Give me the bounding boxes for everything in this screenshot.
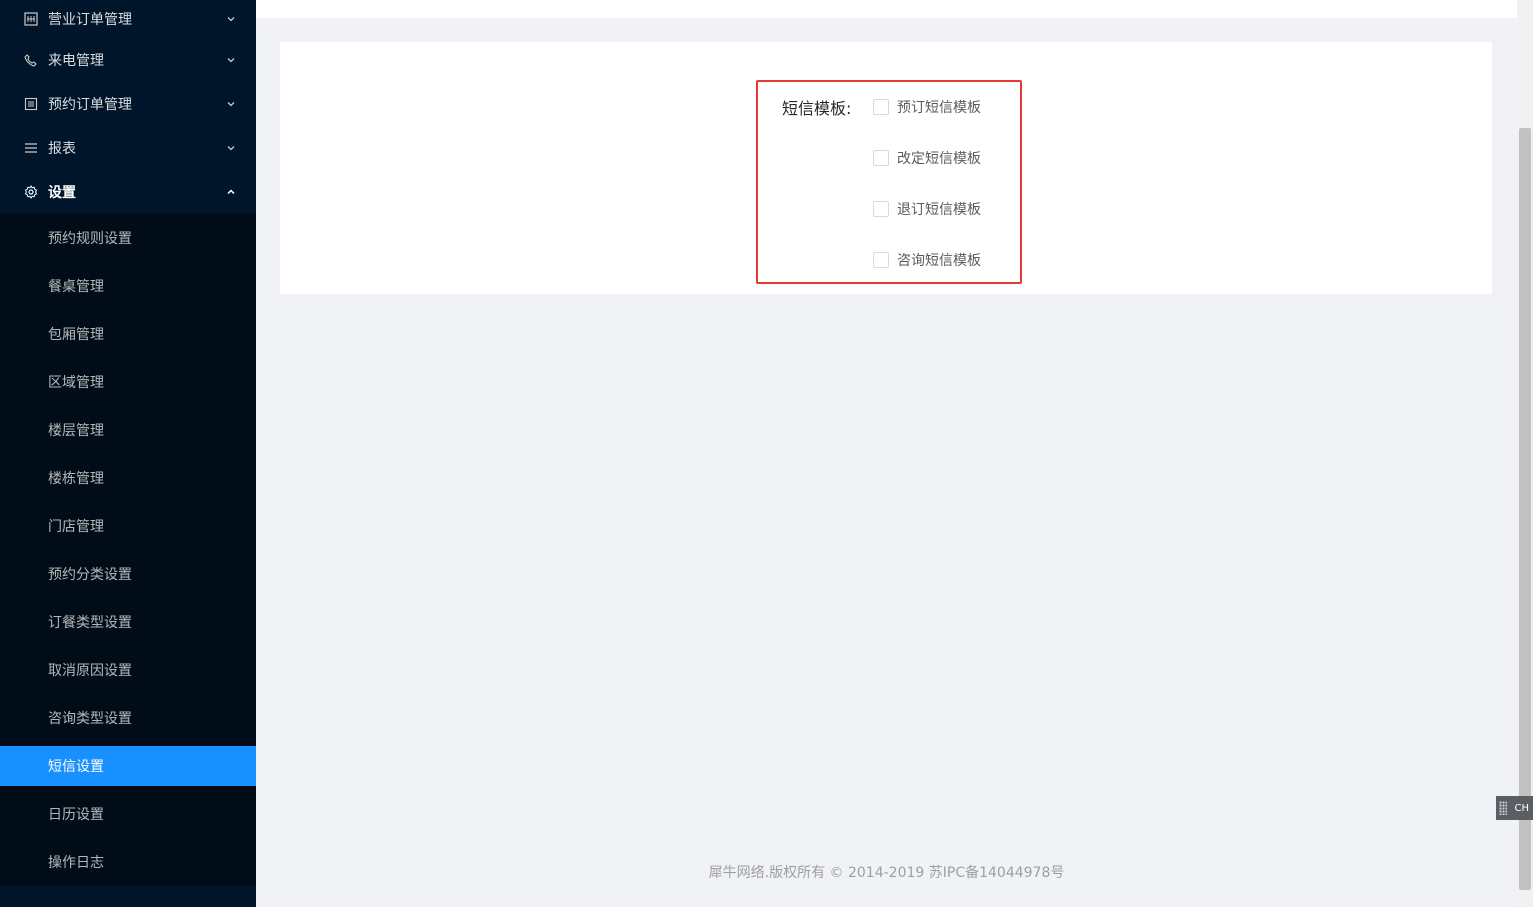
- checkbox-label: 退订短信模板: [897, 202, 981, 218]
- chevron-down-icon: [226, 99, 236, 109]
- top-header: [256, 0, 1517, 18]
- menu-business-orders[interactable]: 营业订单管理: [0, 0, 256, 38]
- menu-label: 报表: [48, 141, 76, 157]
- sms-template-label: 短信模板:: [782, 99, 852, 118]
- sidebar-item-operation-log[interactable]: 操作日志: [0, 838, 256, 886]
- checkbox-box[interactable]: [873, 201, 889, 217]
- checkbox-label: 改定短信模板: [897, 151, 981, 167]
- menu-call-management[interactable]: 来电管理: [0, 38, 256, 82]
- sidebar-item-sms-settings[interactable]: 短信设置: [0, 746, 256, 786]
- menu-label: 预约订单管理: [48, 97, 132, 113]
- menu-lines-icon: [24, 141, 38, 155]
- chevron-up-icon: [226, 187, 236, 197]
- chevron-down-icon: [226, 143, 236, 153]
- sidebar-item-label: 日历设置: [48, 807, 104, 823]
- sidebar-item-label: 操作日志: [48, 855, 104, 871]
- checkbox-inquiry-template[interactable]: 咨询短信模板: [873, 250, 981, 270]
- checkbox-label: 预订短信模板: [897, 100, 981, 116]
- checkbox-label: 咨询短信模板: [897, 253, 981, 269]
- phone-icon: [24, 53, 38, 67]
- sidebar-item-reservation-categories[interactable]: 预约分类设置: [0, 550, 256, 598]
- menu-reports[interactable]: 报表: [0, 126, 256, 170]
- settings-submenu: 预约规则设置 餐桌管理 包厢管理 区域管理 楼层管理 楼栋管理 门店管理 预约分…: [0, 214, 256, 886]
- ime-indicator[interactable]: CH: [1496, 796, 1533, 820]
- sidebar-item-label: 餐桌管理: [48, 279, 104, 295]
- checkbox-box[interactable]: [873, 99, 889, 115]
- menu-label: 来电管理: [48, 53, 104, 69]
- chevron-down-icon: [226, 14, 236, 24]
- sidebar-item-buildings[interactable]: 楼栋管理: [0, 454, 256, 502]
- chevron-down-icon: [226, 55, 236, 65]
- menu-label: 设置: [48, 185, 76, 201]
- sidebar-item-areas[interactable]: 区域管理: [0, 358, 256, 406]
- list-icon: [24, 97, 38, 111]
- scrollbar-thumb[interactable]: [1519, 128, 1531, 890]
- sidebar-item-cancel-reasons[interactable]: 取消原因设置: [0, 646, 256, 694]
- sidebar-item-dining-types[interactable]: 订餐类型设置: [0, 598, 256, 646]
- sidebar-item-reservation-rules[interactable]: 预约规则设置: [0, 214, 256, 262]
- sidebar-item-tables[interactable]: 餐桌管理: [0, 262, 256, 310]
- checkbox-box[interactable]: [873, 150, 889, 166]
- sidebar: 营业订单管理 来电管理 预约订单管理 报表 设置 预约规则设置 餐桌管理 包厢管…: [0, 0, 256, 907]
- sidebar-item-label: 取消原因设置: [48, 663, 132, 679]
- checkbox-booking-template[interactable]: 预订短信模板: [873, 97, 981, 117]
- sidebar-item-label: 短信设置: [48, 759, 104, 775]
- sidebar-item-label: 楼栋管理: [48, 471, 104, 487]
- sidebar-item-inquiry-types[interactable]: 咨询类型设置: [0, 694, 256, 742]
- sidebar-item-label: 楼层管理: [48, 423, 104, 439]
- checkbox-box[interactable]: [873, 252, 889, 268]
- sidebar-item-floors[interactable]: 楼层管理: [0, 406, 256, 454]
- grip-icon: [1499, 801, 1507, 815]
- ime-label: CH: [1514, 802, 1529, 814]
- sidebar-item-private-rooms[interactable]: 包厢管理: [0, 310, 256, 358]
- sidebar-item-label: 咨询类型设置: [48, 711, 132, 727]
- gear-icon: [24, 185, 38, 199]
- sidebar-item-stores[interactable]: 门店管理: [0, 502, 256, 550]
- checkbox-change-template[interactable]: 改定短信模板: [873, 148, 981, 168]
- sidebar-item-label: 区域管理: [48, 375, 104, 391]
- sms-settings-panel: 短信模板: 预订短信模板 改定短信模板 退订短信模板 咨询短信模板: [280, 42, 1492, 294]
- menu-label: 营业订单管理: [48, 12, 132, 28]
- footer-copyright: 犀牛网络.版权所有 © 2014-2019 苏IPC备14044978号: [708, 865, 1065, 881]
- menu-reservation-orders[interactable]: 预约订单管理: [0, 82, 256, 126]
- checkbox-cancel-template[interactable]: 退订短信模板: [873, 199, 981, 219]
- sidebar-item-label: 门店管理: [48, 519, 104, 535]
- menu-settings[interactable]: 设置: [0, 170, 256, 214]
- sidebar-item-label: 包厢管理: [48, 327, 104, 343]
- order-icon: [24, 12, 38, 26]
- sidebar-item-label: 订餐类型设置: [48, 615, 132, 631]
- sidebar-item-calendar[interactable]: 日历设置: [0, 790, 256, 838]
- sidebar-item-label: 预约规则设置: [48, 231, 132, 247]
- sidebar-item-label: 预约分类设置: [48, 567, 132, 583]
